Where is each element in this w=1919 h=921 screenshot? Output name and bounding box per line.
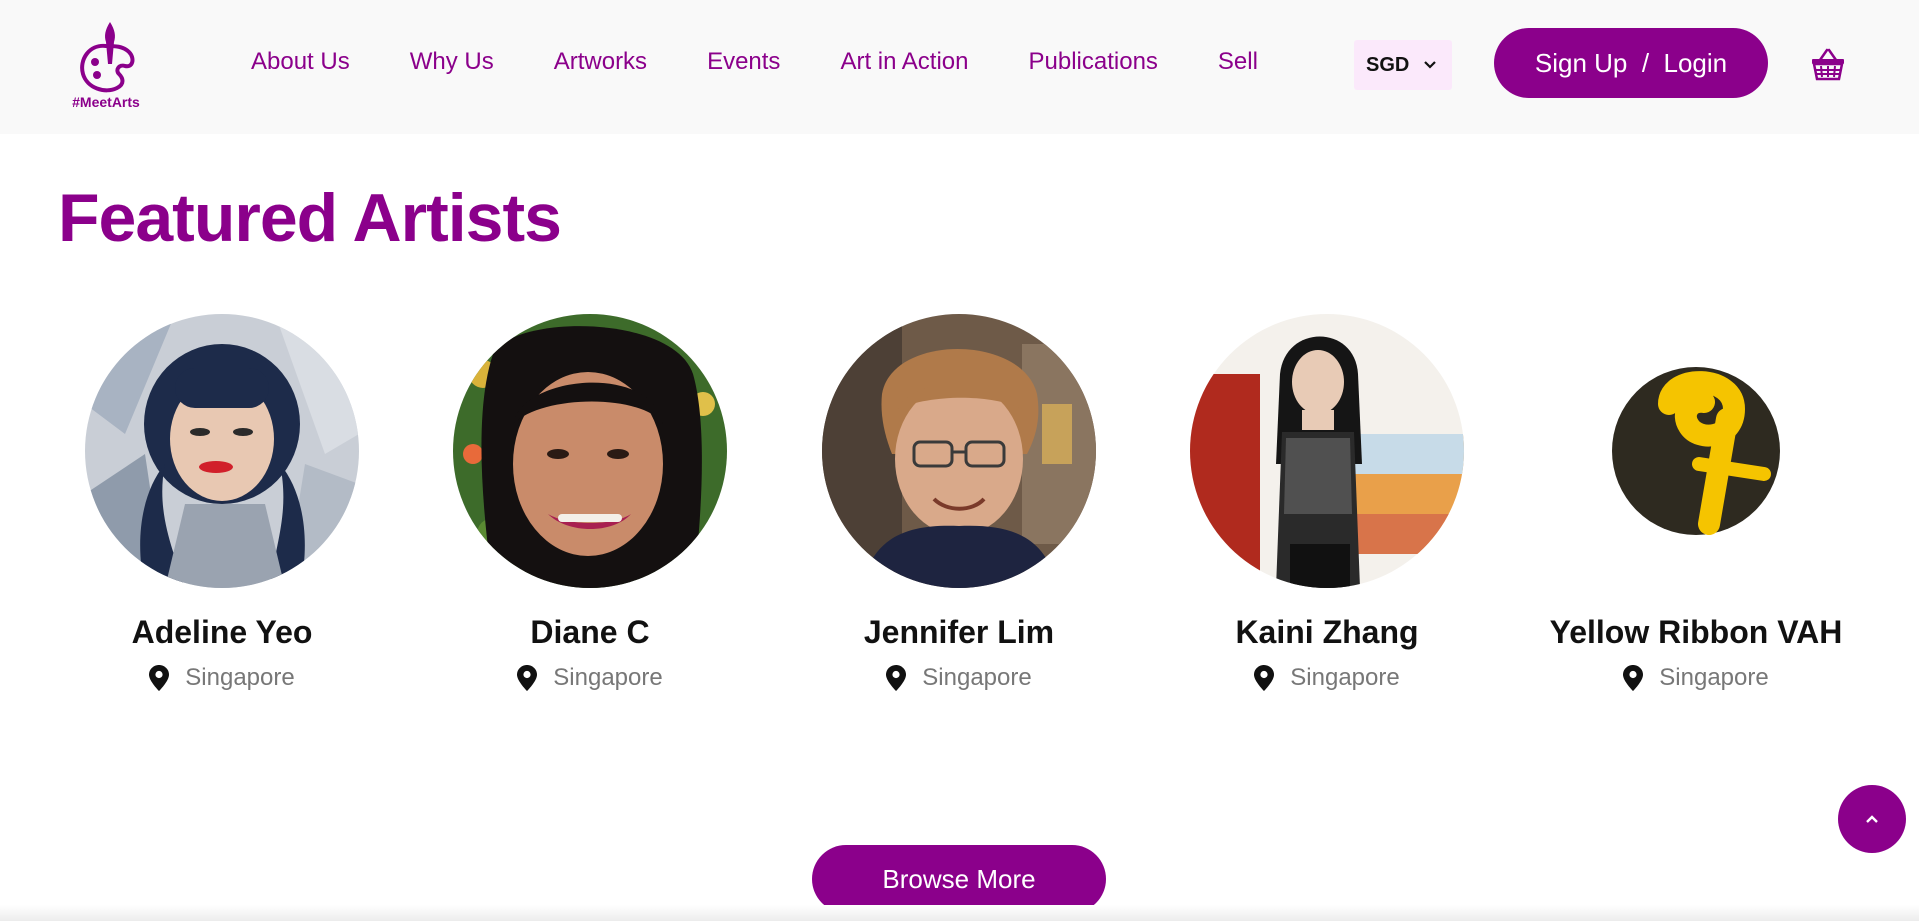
nav-why-us[interactable]: Why Us (410, 46, 494, 78)
site-header: #MeetArts About Us Why Us Artworks Event… (0, 0, 1919, 134)
artist-card[interactable]: Kaini Zhang Singapore (1167, 314, 1487, 694)
artist-location: Singapore (1623, 662, 1769, 694)
map-pin-icon (1254, 665, 1275, 691)
artist-location: Singapore (1254, 662, 1400, 694)
artist-avatar (453, 314, 727, 588)
chevron-up-icon (1866, 815, 1878, 823)
map-pin-icon (886, 665, 907, 691)
artist-avatar (1559, 314, 1833, 588)
signup-login-button[interactable]: Sign Up / Login (1494, 28, 1768, 98)
scroll-to-top-button[interactable] (1838, 785, 1906, 853)
logo-text: #MeetArts (72, 94, 140, 110)
artist-name: Diane C (530, 614, 650, 650)
map-pin-icon (1623, 665, 1644, 691)
nav-about-us[interactable]: About Us (251, 46, 350, 78)
artist-card[interactable]: Diane C Singapore (430, 314, 750, 694)
location-text: Singapore (185, 664, 295, 691)
yellow-ribbon-logo-image (1559, 314, 1833, 588)
artist-avatar (822, 314, 1096, 588)
artist-card[interactable]: Jennifer Lim Singapore (799, 314, 1119, 694)
location-text: Singapore (1659, 664, 1769, 691)
artist-name: Adeline Yeo (131, 614, 313, 650)
artist-portrait-image (85, 314, 359, 588)
nav-publications[interactable]: Publications (1029, 46, 1158, 78)
artist-card[interactable]: Adeline Yeo Singapore (62, 314, 382, 694)
artist-location: Singapore (149, 662, 295, 694)
nav-artworks[interactable]: Artworks (554, 46, 647, 78)
artist-location: Singapore (517, 662, 663, 694)
basket-icon (1812, 48, 1844, 81)
artist-portrait-image (1190, 314, 1464, 588)
artist-avatar (1190, 314, 1464, 588)
nav-events[interactable]: Events (707, 46, 780, 78)
chevron-down-icon (1424, 61, 1436, 69)
artist-name: Kaini Zhang (1235, 614, 1419, 650)
signup-login-label: Sign Up / Login (1534, 47, 1728, 78)
nav-sell[interactable]: Sell (1218, 46, 1258, 78)
map-pin-icon (149, 665, 170, 691)
artist-name: Jennifer Lim (863, 614, 1055, 650)
artist-avatar (85, 314, 359, 588)
map-pin-icon (517, 665, 538, 691)
browse-more-label: Browse More (882, 863, 1036, 894)
artist-location: Singapore (886, 662, 1032, 694)
browse-more-button[interactable]: Browse More (812, 845, 1106, 913)
site-logo[interactable]: #MeetArts (64, 16, 148, 112)
currency-select[interactable]: SGD (1354, 40, 1452, 90)
artist-card[interactable]: Yellow Ribbon VAH Singapore (1536, 314, 1856, 694)
artist-portrait-image (453, 314, 727, 588)
cart-button[interactable] (1810, 46, 1846, 82)
page-bottom-edge (0, 905, 1919, 921)
section-title: Featured Artists (58, 180, 562, 256)
location-text: Singapore (922, 664, 1032, 691)
artist-portrait-image (822, 314, 1096, 588)
artist-name: Yellow Ribbon VAH (1549, 614, 1843, 650)
currency-value: SGD (1366, 53, 1410, 76)
palette-logo-icon (80, 22, 135, 93)
nav-art-in-action[interactable]: Art in Action (840, 46, 968, 78)
location-text: Singapore (553, 664, 663, 691)
location-text: Singapore (1290, 664, 1400, 691)
main-nav: About Us Why Us Artworks Events Art in A… (251, 46, 1258, 78)
